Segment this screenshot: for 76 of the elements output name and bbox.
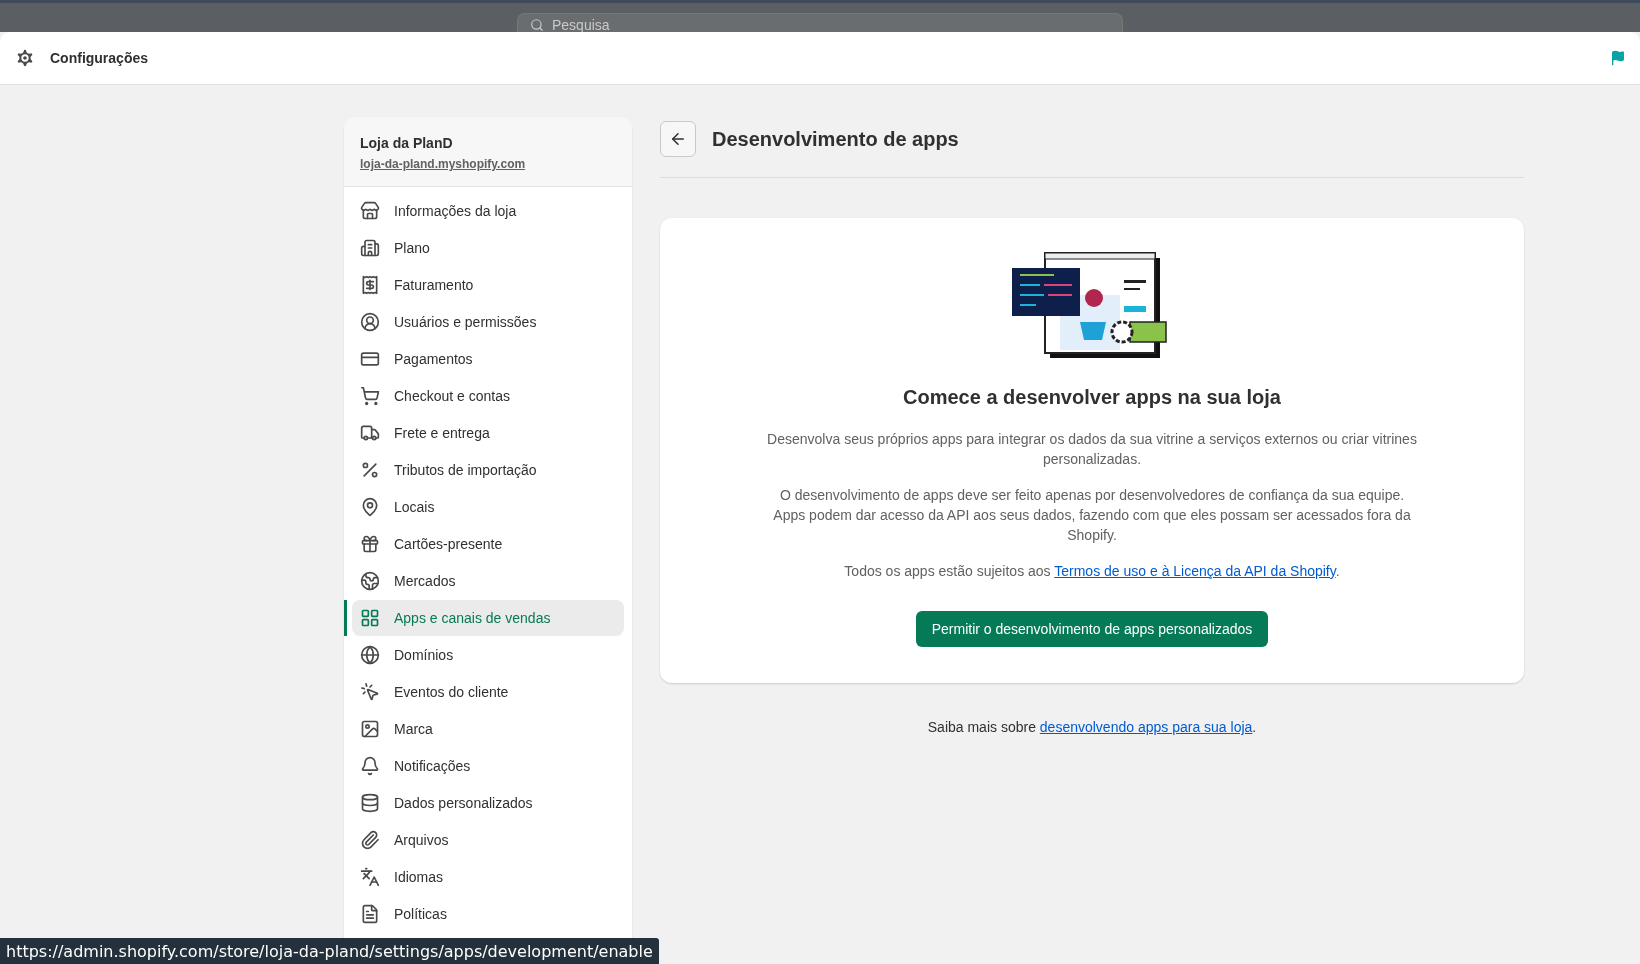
grid-icon (360, 608, 380, 628)
truck-icon (360, 423, 380, 443)
search-icon (530, 18, 544, 32)
store-icon (360, 201, 380, 221)
sidebar-item[interactable]: Plano (352, 230, 624, 266)
sidebar-item[interactable]: Eventos do cliente (352, 674, 624, 710)
building-icon (360, 238, 380, 258)
item-label: Idiomas (394, 869, 444, 885)
gift-icon (360, 534, 380, 554)
item-label: Marca (394, 721, 433, 737)
user-icon (360, 312, 380, 332)
paperclip-icon (360, 830, 380, 850)
sidebar-item[interactable]: Faturamento (352, 267, 624, 303)
cart-icon (360, 386, 380, 406)
pin-icon (360, 497, 380, 517)
store-link[interactable]: loja-da-pland.myshopify.com (360, 157, 616, 171)
sidebar-item[interactable]: Informações da loja (352, 193, 624, 229)
item-label: Pagamentos (394, 351, 473, 367)
item-label: Frete e entrega (394, 425, 490, 441)
terms-text: Todos os apps estão sujeitos aos Termos de uso e à Licença da API da Shopify. (844, 562, 1340, 581)
sidebar-item[interactable]: Usuários e permissões (352, 304, 624, 340)
card-paragraph: O desenvolvimento de apps deve ser feito apenas por desenvolvedores de confiança da sua equipe. Apps podem dar acesso da API aos seus dados, fazendo com que eles possam ser acessados fora da Shopify. (772, 486, 1412, 545)
item-label: Faturamento (394, 277, 474, 293)
item-label: Arquivos (394, 832, 449, 848)
item-label: Apps e canais de vendas (394, 610, 551, 626)
item-label: Dados personalizados (394, 795, 533, 811)
receipt-icon (360, 275, 380, 295)
sidebar-item[interactable]: Pagamentos (352, 341, 624, 377)
sidebar-item[interactable]: Mercados (352, 563, 624, 599)
sidebar-item[interactable]: Idiomas (352, 859, 624, 895)
item-label: Domínios (394, 647, 454, 663)
card-paragraph: Desenvolva seus próprios apps para integrar os dados da sua vitrine a serviços externos ou criar vitrines personalizadas. (767, 430, 1417, 469)
item-label: Plano (394, 240, 430, 256)
learn-more-text: Saiba mais sobre desenvolvendo apps para sua loja. (926, 719, 1258, 735)
item-label: Notificações (394, 758, 471, 774)
card-icon (360, 349, 380, 369)
item-label: Informações da loja (394, 203, 517, 219)
enable-button[interactable]: Permitir o desenvolvimento de apps personalizados (915, 611, 1269, 647)
sidebar-item[interactable]: Notificações (352, 748, 624, 784)
language-icon (360, 867, 380, 887)
sidebar-item[interactable]: Cartões-presente (352, 526, 624, 562)
settings-icon (14, 47, 36, 69)
item-label: Locais (394, 499, 435, 515)
item-label: Políticas (394, 906, 447, 922)
page-title: Desenvolvimento de apps (712, 127, 959, 151)
item-label: Eventos do cliente (394, 684, 509, 700)
item-label: Mercados (394, 573, 456, 589)
image-icon (360, 719, 380, 739)
card-heading: Comece a desenvolver apps na sua loja (903, 386, 1281, 409)
bell-icon (360, 756, 380, 776)
sidebar-item[interactable]: Domínios (352, 637, 624, 673)
terms-link[interactable]: Termos de uso e à Licença da API da Shopify (1054, 563, 1336, 579)
sidebar-item[interactable]: Tributos de importação (352, 452, 624, 488)
back-button[interactable] (660, 121, 696, 157)
globe-icon (360, 645, 380, 665)
globe-icon (360, 571, 380, 591)
header-title: Configurações (50, 50, 148, 66)
document-icon (360, 904, 380, 924)
sidebar-item[interactable]: Marca (352, 711, 624, 747)
selected-indicator (344, 600, 347, 636)
sidebar-item[interactable]: Locais (352, 489, 624, 525)
database-icon (360, 793, 380, 813)
sidebar-item[interactable]: Dados personalizados (352, 785, 624, 821)
sidebar-item[interactable]: Arquivos (352, 822, 624, 858)
pointer-icon (360, 682, 380, 702)
sidebar-item[interactable]: Frete e entrega (352, 415, 624, 451)
flag-icon[interactable] (1610, 50, 1626, 66)
sidebar-item[interactable]: Políticas (352, 896, 624, 932)
url-tooltip: https://admin.shopify.com/store/loja-da-pland/settings/apps/development/enable (0, 938, 659, 964)
item-label: Usuários e permissões (394, 314, 537, 330)
store-name: Loja da PlanD (360, 135, 454, 151)
sidebar-item[interactable]: Checkout e contas (352, 378, 624, 414)
percent-icon (360, 460, 380, 480)
item-label: Tributos de importação (394, 462, 537, 478)
item-label: Cartões-presente (394, 536, 503, 552)
item-label: Checkout e contas (394, 388, 510, 404)
